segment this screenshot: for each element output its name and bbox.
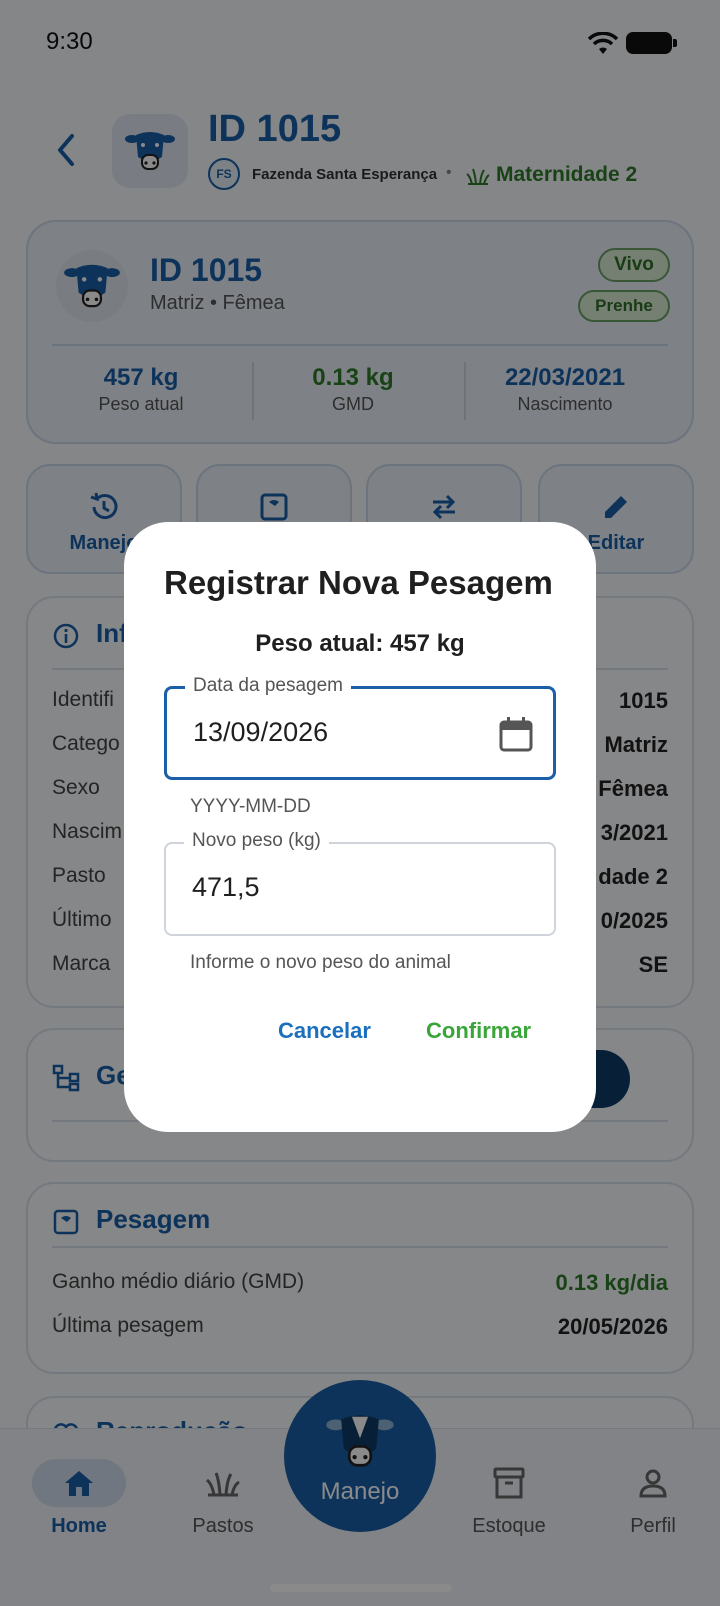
confirm-button[interactable]: Confirmar	[426, 1018, 531, 1044]
field-label: Novo peso (kg)	[184, 830, 329, 852]
weight-helper-text: Informe o novo peso do animal	[190, 952, 451, 973]
weighing-date-input[interactable]	[193, 717, 473, 748]
screen: 9:30 ID 1015 FS Fazenda Santa Esperança …	[0, 0, 720, 1606]
current-weight-text: Peso atual: 457 kg	[255, 630, 465, 657]
weighing-date-field[interactable]: Data da pesagem	[164, 675, 556, 780]
dialog-title: Registrar Nova Pesagem	[164, 564, 553, 601]
new-weight-field[interactable]: Novo peso (kg)	[164, 830, 556, 936]
new-weight-input[interactable]	[192, 872, 472, 903]
field-label: Data da pesagem	[185, 675, 351, 697]
new-weighing-dialog: Registrar Nova Pesagem Peso atual: 457 k…	[124, 522, 596, 1132]
calendar-icon[interactable]	[497, 715, 535, 753]
cancel-button[interactable]: Cancelar	[278, 1018, 371, 1044]
date-helper-text: YYYY-MM-DD	[190, 796, 311, 817]
